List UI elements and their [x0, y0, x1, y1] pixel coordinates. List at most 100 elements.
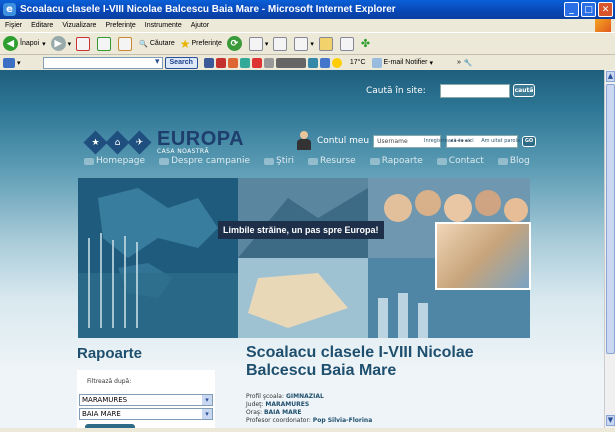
research-button[interactable] [339, 35, 356, 53]
weather-widget[interactable]: 17°C [350, 59, 366, 66]
chevron-down-icon[interactable]: ▾ [202, 395, 212, 405]
toolbar-search-input[interactable] [42, 56, 163, 69]
nav-despre-campanie[interactable]: Despre campanie [159, 156, 250, 166]
nav-rapoarte[interactable]: Rapoarte [369, 156, 423, 166]
home-icon [84, 157, 94, 165]
toolbar-options[interactable]: » 🔧 [439, 59, 473, 67]
edit-button[interactable]: ▾ [294, 35, 314, 53]
home-button[interactable] [118, 35, 134, 53]
email-notifier[interactable]: E-mail Notifier ▾ [371, 57, 433, 68]
info-row: Profesor coordonator: Pop Silvia-Florina [246, 417, 372, 425]
youtube-icon[interactable] [215, 57, 226, 68]
logo-diamonds: ★ ⌂ ✈ [83, 130, 153, 155]
mail-button[interactable]: ▾ [248, 35, 269, 53]
folder-button[interactable] [318, 35, 335, 53]
menu-favorites[interactable]: Preferinţe [105, 22, 135, 29]
wrench-icon: 🔧 [463, 59, 473, 67]
chevron-double-right-icon: » [456, 59, 461, 66]
favorites-button[interactable]: ★ Preferinţe [180, 35, 222, 53]
maximize-button[interactable]: □ [581, 2, 596, 17]
back-button[interactable]: ◀ Înapoi ▾ [3, 35, 46, 53]
menu-edit[interactable]: Editare [31, 22, 53, 29]
nav-homepage[interactable]: Homepage [84, 156, 145, 166]
register-link[interactable]: Inregistrează-te aici [424, 138, 474, 144]
city-value: BAIA MARE [82, 410, 121, 418]
window-title-bar: e Scoalacu clasele I-VIII Nicolae Balces… [0, 0, 615, 19]
video-icon[interactable] [275, 57, 306, 68]
chevron-down-icon[interactable]: ▾ [17, 59, 21, 67]
standard-toolbar: ◀ Înapoi ▾ ▶ ▾ 🔍 Căutare ★ Preferinţe ⟳ … [0, 32, 615, 54]
reports-icon [369, 157, 380, 165]
nav-contact[interactable]: Contact [436, 156, 484, 166]
county-select[interactable]: MARAMURES ▾ [79, 394, 213, 406]
mail-icon [436, 157, 447, 165]
menu-help[interactable]: Ajutor [191, 22, 209, 29]
account-label: Contul meu [317, 136, 370, 146]
screen-icon[interactable] [319, 57, 330, 68]
city-select[interactable]: BAIA MARE ▾ [79, 408, 213, 420]
facebook-icon[interactable] [203, 57, 214, 68]
search-button[interactable]: 🔍 Căutare [139, 35, 175, 53]
nav-stiri[interactable]: Ştiri [264, 156, 294, 166]
nav-label: Ştiri [276, 156, 294, 166]
close-button[interactable]: ✕ [598, 2, 613, 17]
menu-view[interactable]: Vizualizare [62, 22, 96, 29]
radio-icon[interactable] [251, 57, 262, 68]
hero-photo [435, 222, 531, 290]
hero-caption: Limbile străine, un pas spre Europa! [218, 221, 384, 239]
info-row: Profil şcoala: GIMNAZIAL [246, 393, 372, 401]
nav-blog[interactable]: Blog [497, 156, 530, 166]
account-links: Inregistrează-te aici Am uitat parola [424, 138, 526, 144]
chevron-down-icon[interactable]: ▾ [310, 40, 314, 48]
back-label: Înapoi [20, 40, 40, 47]
school-info: Profil şcoala: GIMNAZIAL Judeţ: MARAMURE… [246, 393, 372, 425]
star-icon: ★ [83, 130, 108, 155]
info-label: Profil şcoala: [246, 393, 285, 400]
game-icon[interactable] [263, 57, 274, 68]
info-label: Judeţ: [246, 401, 264, 408]
messenger-button[interactable]: ✤ [361, 35, 370, 53]
chevron-down-icon[interactable]: ▾ [68, 40, 72, 48]
site-search-input[interactable] [440, 84, 510, 98]
chevron-down-icon[interactable]: ▾ [42, 40, 46, 48]
info-label: Oraş: [246, 409, 263, 416]
history-button[interactable]: ⟳ [226, 35, 244, 53]
site-logo[interactable]: ★ ⌂ ✈ EUROPA CASA NOASTRĂ [83, 129, 244, 155]
info-value: GIMNAZIAL [285, 393, 324, 400]
nav-label: Resurse [320, 156, 356, 166]
refresh-button[interactable] [97, 35, 113, 53]
forgot-password-link[interactable]: Am uitat parola [481, 138, 520, 144]
filter-label: Filtrează după: [87, 378, 132, 385]
menu-tools[interactable]: Instrumente [145, 22, 182, 29]
news-icon[interactable] [227, 57, 238, 68]
filter-panel: Filtrează după: MARAMURES ▾ BAIA MARE ▾ [77, 370, 215, 428]
print-button[interactable] [273, 35, 289, 53]
widget-icon[interactable] [307, 57, 318, 68]
bookmark-icon[interactable] [239, 57, 250, 68]
search-toolbar: ▾ Search 17°C E-mail Notifier ▾ » 🔧 [0, 54, 615, 70]
chevron-down-icon[interactable]: ▾ [429, 59, 433, 67]
vertical-scrollbar[interactable]: ▲ ▼ [604, 70, 615, 428]
history-icon: ⟳ [226, 36, 242, 51]
chevron-down-icon[interactable]: ▾ [265, 40, 269, 48]
menu-file[interactable]: Fişier [5, 22, 22, 29]
toolbar-search-label: Search [169, 59, 193, 66]
chevron-down-icon[interactable]: ▾ [202, 409, 212, 419]
scrollbar-thumb[interactable] [606, 84, 615, 354]
nav-resurse[interactable]: Resurse [308, 156, 356, 166]
forward-arrow-icon: ▶ [50, 36, 66, 51]
site-search-button[interactable]: caută [513, 84, 535, 97]
news-icon [264, 157, 275, 165]
stop-button[interactable] [76, 35, 92, 53]
minimize-button[interactable]: _ [564, 2, 579, 17]
site-search-label: Caută în site: [366, 86, 426, 96]
forward-button[interactable]: ▶ ▾ [50, 35, 72, 53]
weather-icon[interactable] [331, 57, 342, 68]
scroll-down-button[interactable]: ▼ [606, 415, 615, 426]
internet-explorer-icon: e [3, 3, 16, 16]
scroll-up-button[interactable]: ▲ [606, 71, 615, 82]
toolbar-search-button[interactable]: Search [164, 56, 198, 69]
email-icon [371, 57, 382, 68]
info-value: MARAMURES [265, 401, 310, 408]
search-label: Căutare [149, 40, 175, 47]
